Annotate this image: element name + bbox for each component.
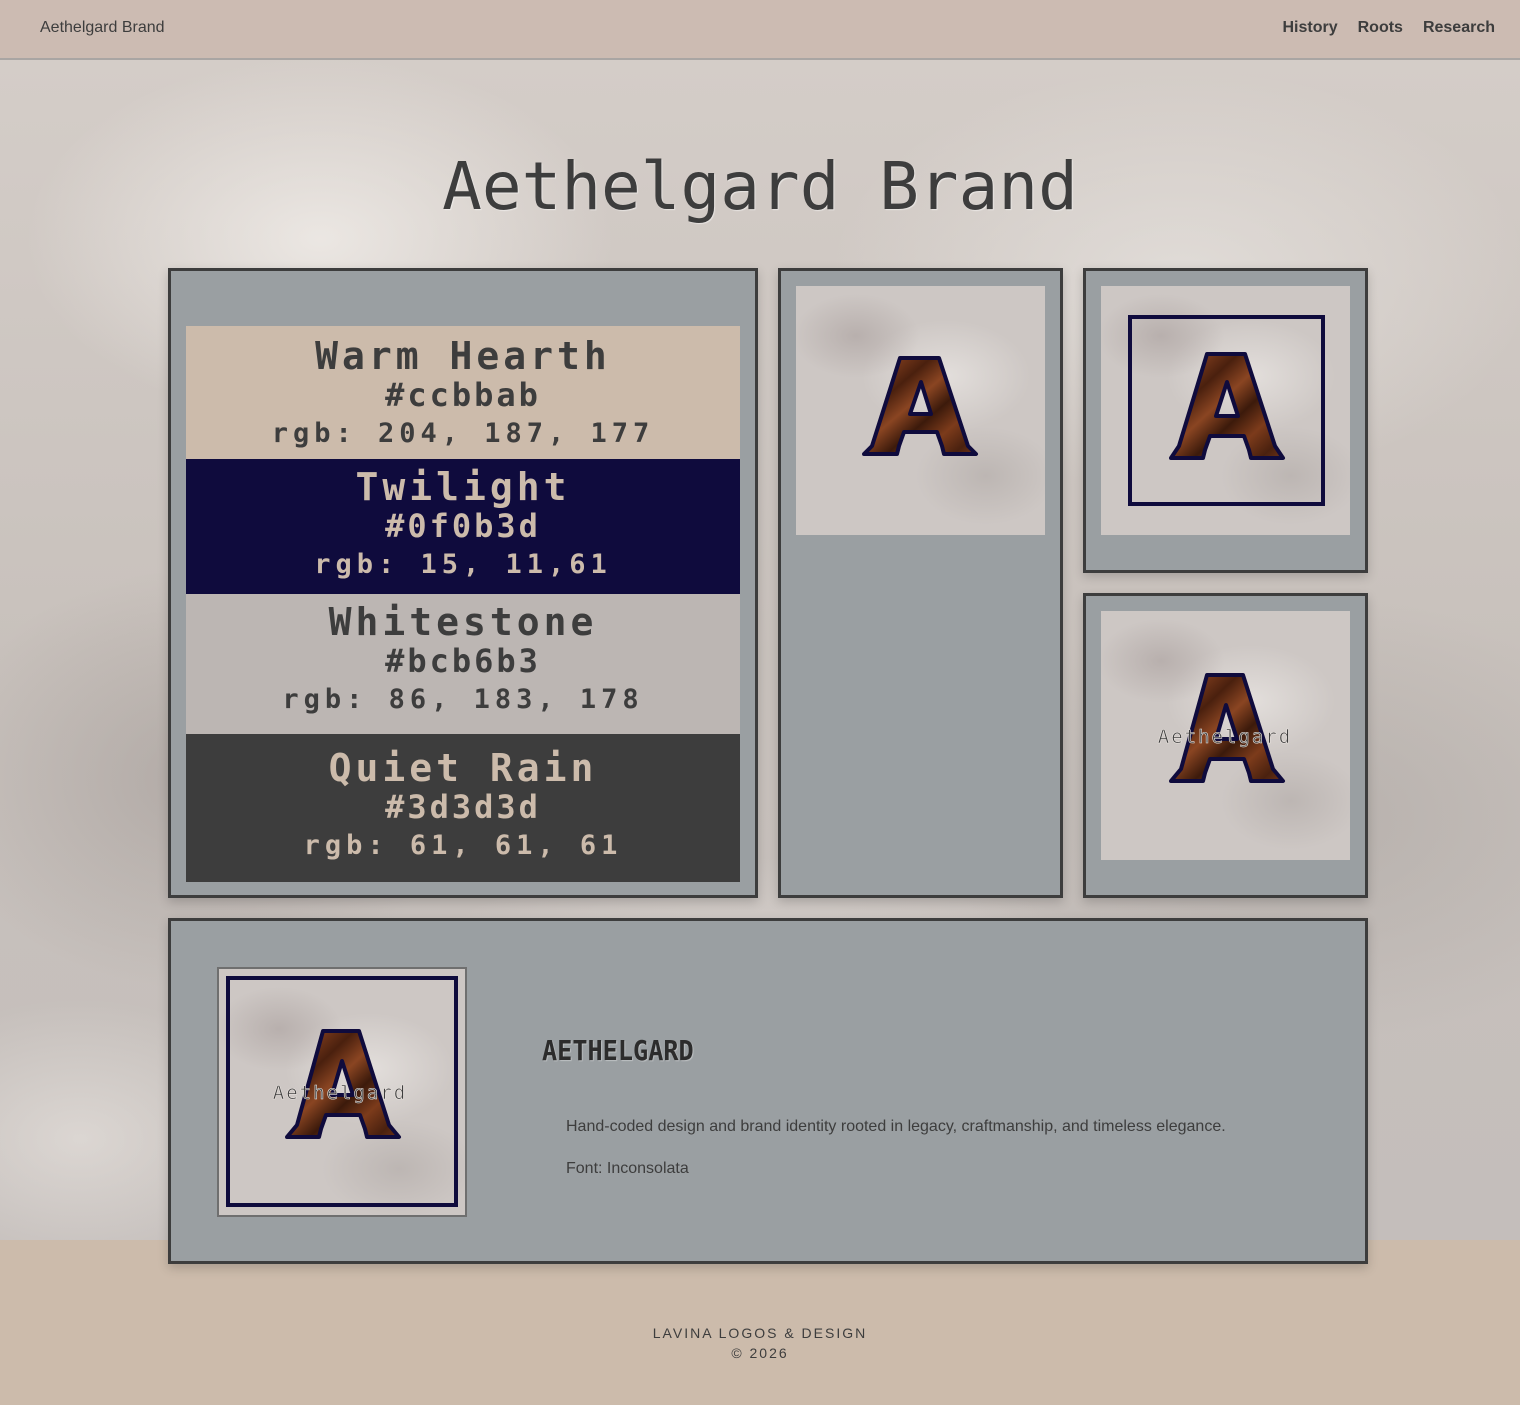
framed-monogram-logo-image bbox=[1101, 286, 1350, 535]
footer-studio: LAVINA LOGOS & DESIGN bbox=[652, 1325, 868, 1341]
full-logo-image: Aethelgard bbox=[217, 967, 467, 1217]
wordmark-a-icon: Aethelgard bbox=[1158, 673, 1292, 783]
logo-card-monogram bbox=[778, 268, 1063, 898]
swatch-warm-hearth: Warm Hearth #ccbbab rgb: 204, 187, 177 bbox=[186, 326, 740, 459]
brand-font-label: Font: Inconsolata bbox=[566, 1160, 689, 1177]
swatch-quiet-rain: Quiet Rain #3d3d3d rgb: 61, 61, 61 bbox=[186, 734, 740, 882]
swatch-hex: #3d3d3d bbox=[385, 788, 541, 826]
svg-text:Aethelgard: Aethelgard bbox=[273, 1082, 407, 1104]
nav-link-roots[interactable]: Roots bbox=[1358, 19, 1403, 37]
page-title: Aethelgard Brand bbox=[442, 148, 1078, 225]
swatch-rgb: rgb: 15, 11,61 bbox=[314, 549, 612, 580]
swatch-name: Warm Hearth bbox=[315, 334, 611, 378]
swatch-hex: #ccbbab bbox=[385, 376, 541, 414]
brand-heading: AETHELGARD bbox=[542, 1034, 694, 1067]
nav-links: History Roots Research bbox=[1283, 19, 1496, 37]
monogram-a-icon bbox=[862, 356, 978, 456]
nav-link-history[interactable]: History bbox=[1283, 19, 1338, 37]
svg-text:Aethelgard: Aethelgard bbox=[1158, 726, 1292, 748]
color-palette-image: Warm Hearth #ccbbab rgb: 204, 187, 177 T… bbox=[186, 326, 740, 882]
nav-brand-link[interactable]: Aethelgard Brand bbox=[40, 19, 165, 37]
swatch-whitestone: Whitestone #bcb6b3 rgb: 86, 183, 178 bbox=[186, 594, 740, 734]
swatch-name: Quiet Rain bbox=[328, 746, 598, 790]
swatch-hex: #bcb6b3 bbox=[385, 642, 541, 680]
swatch-rgb: rgb: 86, 183, 178 bbox=[282, 684, 644, 715]
swatch-hex: #0f0b3d bbox=[385, 507, 541, 545]
brand-info-card: Aethelgard AETHELGARD Hand-coded design … bbox=[168, 918, 1368, 1264]
swatch-twilight: Twilight #0f0b3d rgb: 15, 11,61 bbox=[186, 459, 740, 594]
swatch-rgb: rgb: 204, 187, 177 bbox=[271, 418, 655, 449]
logo-card-wordmark: Aethelgard bbox=[1083, 593, 1368, 898]
brand-description: Hand-coded design and brand identity roo… bbox=[566, 1118, 1226, 1135]
swatch-name: Whitestone bbox=[328, 600, 598, 644]
wordmark-logo-image: Aethelgard bbox=[1101, 611, 1350, 860]
logo-card-framed-monogram bbox=[1083, 268, 1368, 573]
full-logo-a-icon: Aethelgard bbox=[226, 976, 458, 1207]
footer-copyright: © 2026 bbox=[731, 1345, 789, 1361]
top-navbar: Aethelgard Brand History Roots Research bbox=[0, 0, 1520, 60]
swatch-rgb: rgb: 61, 61, 61 bbox=[303, 830, 623, 861]
monogram-logo-image bbox=[796, 286, 1045, 535]
palette-card: Warm Hearth #ccbbab rgb: 204, 187, 177 T… bbox=[168, 268, 758, 898]
framed-monogram-a-icon bbox=[1128, 315, 1325, 506]
swatch-name: Twilight bbox=[355, 465, 571, 509]
nav-link-research[interactable]: Research bbox=[1423, 19, 1495, 37]
